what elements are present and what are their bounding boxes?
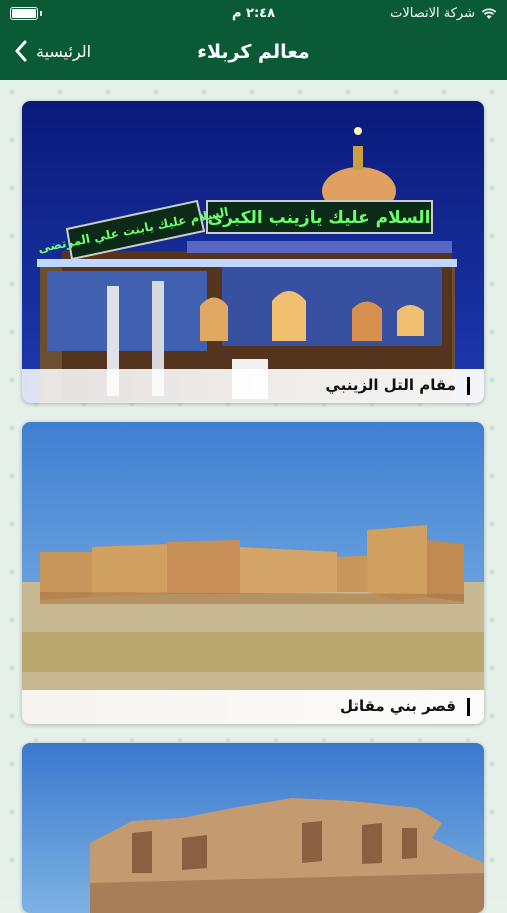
banner-text-1: السلام عليك يازينب الكبرى	[207, 208, 430, 228]
landmark-card[interactable]: السلام عليك يازينب الكبرى السلام عليك يا…	[22, 101, 484, 403]
card-title: قصر بني مقاتل	[339, 697, 456, 715]
landmark-card[interactable]	[22, 743, 484, 913]
card-caption: مقام التل الزينبي	[22, 369, 484, 403]
carrier-info: شركة الاتصالات	[390, 6, 497, 21]
landmark-card[interactable]: قصر بني مقاتل	[22, 422, 484, 724]
wifi-icon	[481, 7, 497, 19]
landmark-image	[22, 422, 484, 724]
landmark-image	[22, 743, 484, 913]
page-title: معالم كربلاء	[197, 41, 310, 63]
card-caption: قصر بني مقاتل	[22, 690, 484, 724]
navigation-bar: الرئيسية معالم كربلاء	[0, 28, 507, 80]
landmark-image: السلام عليك يازينب الكبرى السلام عليك يا…	[22, 101, 484, 403]
carrier-name: شركة الاتصالات	[390, 6, 475, 21]
status-bar: ٢:٤٨ م شركة الاتصالات	[0, 0, 507, 28]
card-title: مقام التل الزينبي	[325, 376, 456, 394]
